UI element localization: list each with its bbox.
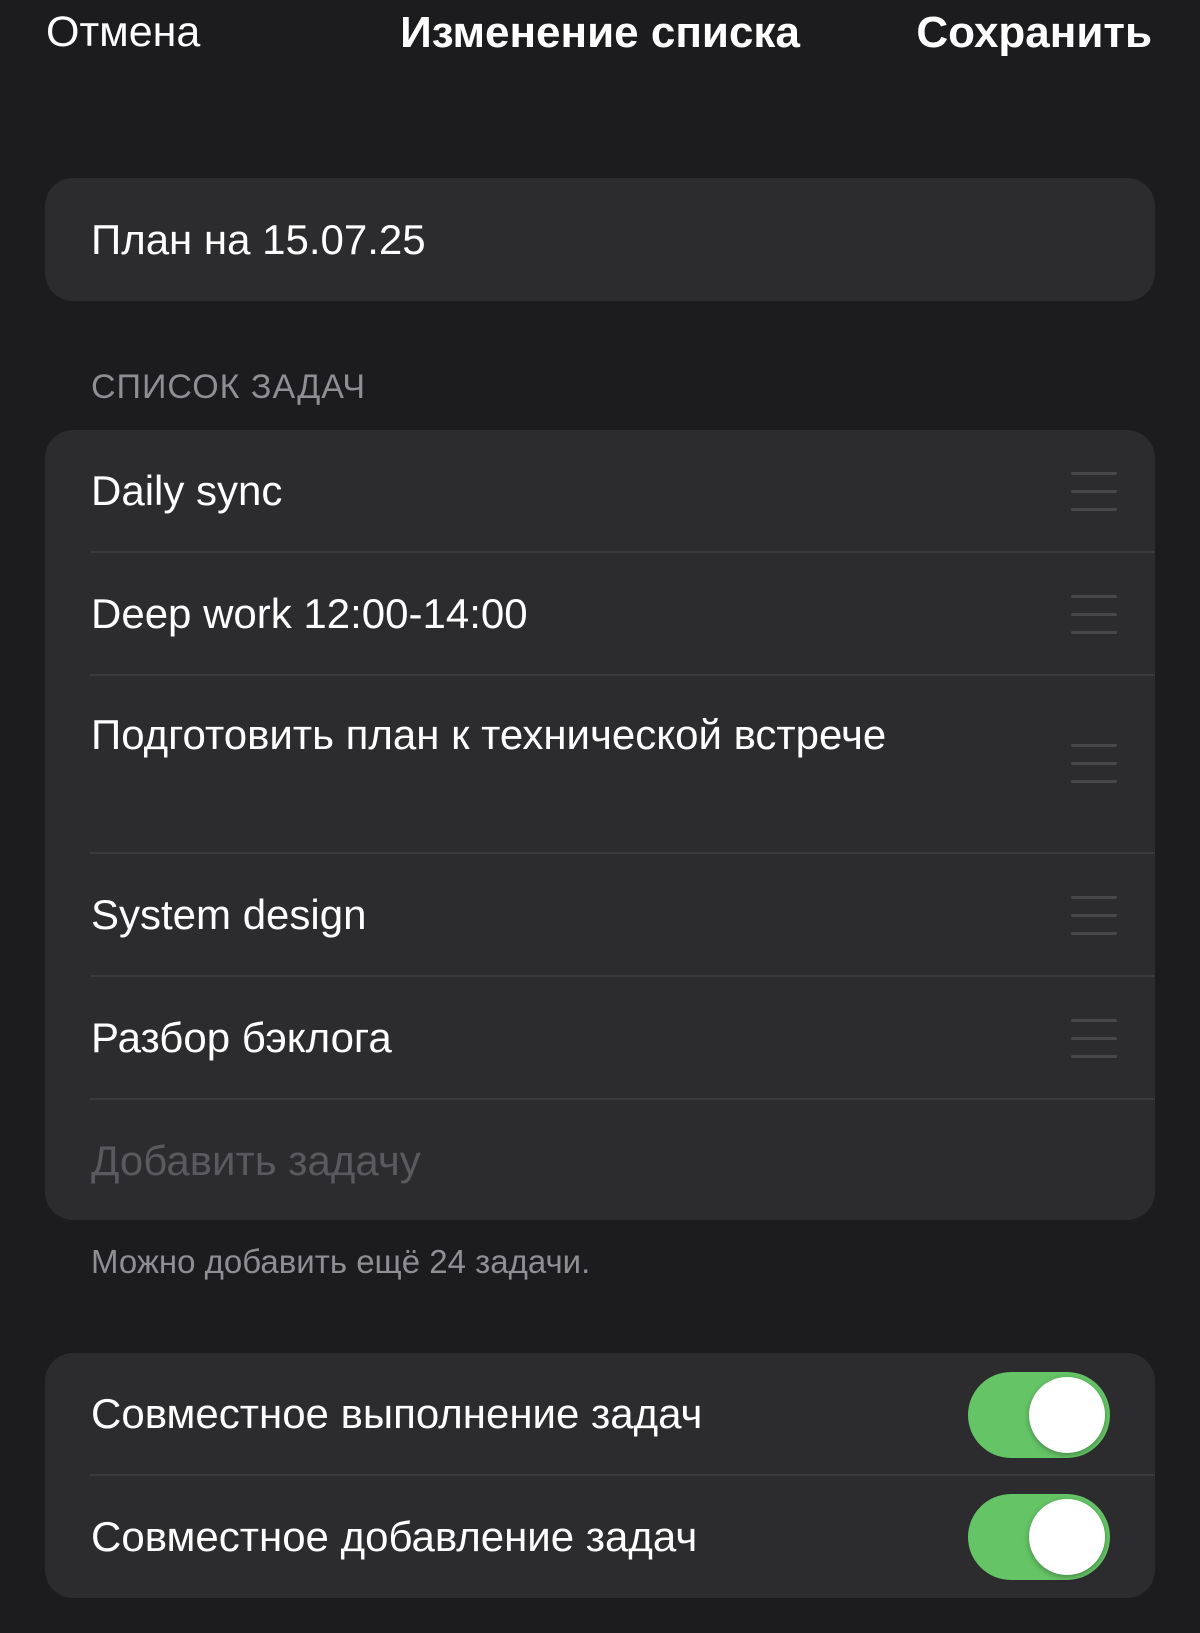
- list-title-card: План на 15.07.25: [45, 178, 1155, 301]
- add-task-placeholder: Добавить задачу: [91, 1137, 421, 1184]
- setting-row-shared-adding: Совместное добавление задач: [45, 1476, 1155, 1598]
- tasks-remaining-note: Можно добавить ещё 24 задачи.: [91, 1243, 591, 1280]
- toggle-knob: [1029, 1499, 1105, 1575]
- shared-adding-toggle[interactable]: [968, 1494, 1110, 1580]
- task-label: Подготовить план к технической встрече: [91, 711, 887, 758]
- setting-label: Совместное выполнение задач: [91, 1390, 703, 1437]
- navigation-bar: Отмена Изменение списка Сохранить: [0, 0, 1200, 72]
- setting-label: Совместное добавление задач: [91, 1513, 698, 1560]
- task-label: Daily sync: [91, 467, 283, 514]
- tasks-list: Daily sync Deep work 12:00-14:00 Подгото…: [45, 430, 1155, 1220]
- task-row[interactable]: Daily sync: [45, 430, 1155, 553]
- tasks-section-header: СПИСОК ЗАДАЧ: [91, 368, 366, 406]
- reorder-handle-icon[interactable]: [1071, 1019, 1117, 1059]
- reorder-handle-icon[interactable]: [1071, 595, 1117, 635]
- reorder-handle-icon[interactable]: [1071, 896, 1117, 936]
- task-row[interactable]: Подготовить план к технической встрече: [45, 676, 1155, 854]
- task-row[interactable]: System design: [45, 854, 1155, 977]
- task-row[interactable]: Deep work 12:00-14:00: [45, 553, 1155, 676]
- save-button[interactable]: Сохранить: [916, 8, 1152, 58]
- shared-completion-toggle[interactable]: [968, 1372, 1110, 1458]
- settings-list: Совместное выполнение задач Совместное д…: [45, 1353, 1155, 1598]
- list-title-field[interactable]: План на 15.07.25: [91, 178, 426, 301]
- reorder-handle-icon[interactable]: [1071, 472, 1117, 512]
- task-label: Разбор бэклога: [91, 1014, 392, 1061]
- toggle-knob: [1029, 1377, 1105, 1453]
- add-task-field[interactable]: Добавить задачу: [45, 1100, 1155, 1220]
- setting-row-shared-completion: Совместное выполнение задач: [45, 1353, 1155, 1476]
- task-row[interactable]: Разбор бэклога: [45, 977, 1155, 1100]
- task-label: System design: [91, 891, 367, 938]
- reorder-handle-icon[interactable]: [1071, 744, 1117, 784]
- task-label: Deep work 12:00-14:00: [91, 590, 528, 637]
